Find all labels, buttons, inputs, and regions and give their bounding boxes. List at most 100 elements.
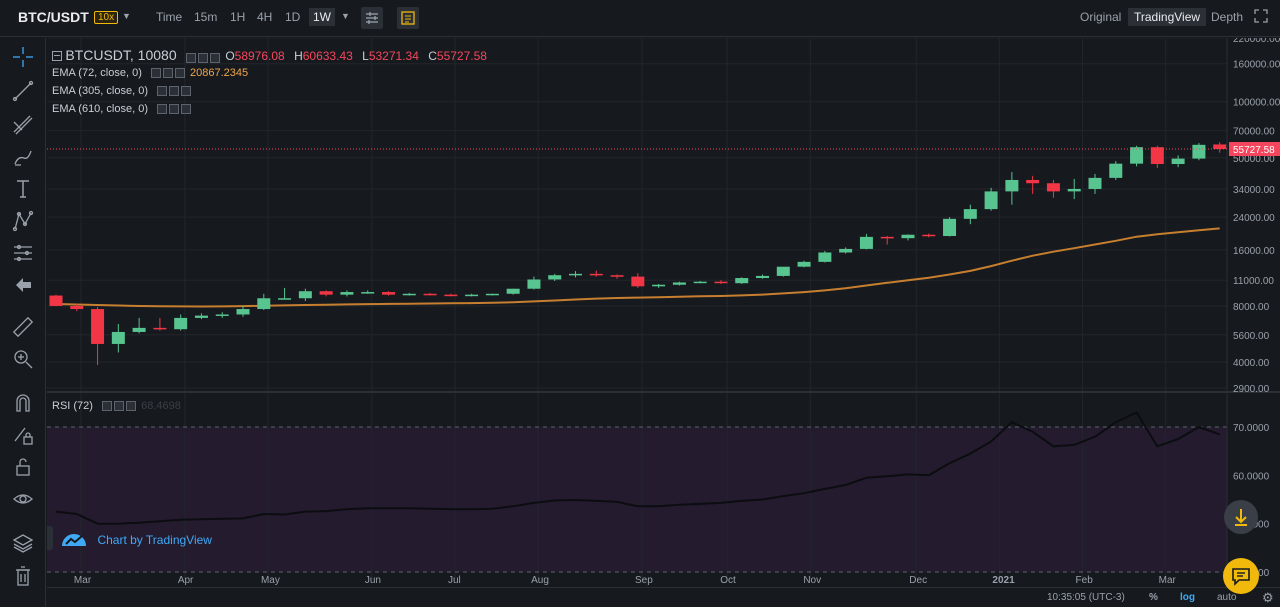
price-tick-label: 4000.00 [1233, 358, 1270, 369]
log-toggle[interactable]: log [1180, 592, 1195, 603]
candle-body [444, 294, 458, 297]
candle-body [589, 273, 603, 276]
interval-time[interactable]: Time [156, 10, 182, 24]
percent-toggle[interactable]: % [1149, 592, 1158, 603]
brush-icon[interactable] [12, 146, 34, 168]
magnet-icon[interactable] [12, 392, 34, 414]
layers-icon[interactable] [12, 532, 34, 554]
candle-body [465, 294, 479, 297]
candle-body [1150, 147, 1164, 165]
tradingview-logo-icon [62, 534, 86, 546]
price-tick-label: 8000.00 [1233, 302, 1270, 313]
price-tick-label: 220000.00 [1233, 38, 1280, 45]
month-tick-label: Jun [365, 575, 381, 586]
candle-body [153, 327, 167, 330]
trendline-icon[interactable] [12, 80, 34, 102]
tradingview-watermark[interactable]: Chart by TradingView [61, 531, 212, 549]
pattern-icon[interactable] [12, 210, 34, 232]
last-price-label: 55727.58 [1233, 145, 1275, 156]
chat-support-button[interactable] [1223, 558, 1259, 594]
candle-body [340, 292, 354, 295]
candle-body [672, 282, 686, 285]
candle-body [548, 275, 562, 280]
leverage-badge[interactable]: 10x [94, 11, 119, 24]
price-tick-label: 70000.00 [1233, 127, 1275, 138]
lock-icon[interactable] [12, 456, 34, 478]
legend-actions-icon[interactable] [185, 50, 222, 64]
month-tick-label: Aug [531, 575, 549, 586]
candle-body [1130, 147, 1144, 164]
candle-body [319, 291, 333, 295]
prediction-icon[interactable] [12, 242, 34, 264]
legend-low-label: L [362, 49, 369, 63]
chart-area[interactable]: 220000.00 160000.00 100000.00 70000.00 50000… [47, 34, 1280, 592]
interval-1h[interactable]: 1H [230, 10, 245, 24]
legend-low: 53271.34 [368, 49, 419, 63]
symbol-title[interactable]: BTC/USDT [18, 9, 89, 25]
legend-high: 60633.43 [302, 49, 353, 63]
interval-1d[interactable]: 1D [285, 10, 300, 24]
trash-icon[interactable] [12, 565, 34, 587]
ema-72-actions-icon[interactable] [150, 67, 187, 79]
candle-body [818, 252, 832, 262]
top-toolbar: BTC/USDT 10x ▼ Time 15m 1H 4H 1D 1W ▼ Or… [0, 0, 1280, 37]
candle-body [278, 298, 292, 300]
legend-symbol: BTCUSDT, 10080 [65, 47, 177, 63]
indicators-icon[interactable] [397, 7, 419, 29]
candle-body [174, 317, 188, 330]
candle-body [963, 209, 977, 219]
main-legend: BTCUSDT, 10080 O58976.08 H60633.43 L5327… [52, 47, 487, 64]
candle-body [381, 292, 395, 295]
fib-tool-icon[interactable] [12, 114, 34, 136]
month-tick-label: Dec [909, 575, 927, 586]
candle-body [361, 292, 375, 294]
chevron-down-icon[interactable]: ▼ [122, 11, 131, 21]
watermark-text: Chart by TradingView [97, 533, 212, 547]
price-tick-label: 34000.00 [1233, 185, 1275, 196]
eye-icon[interactable] [12, 488, 34, 510]
view-tradingview[interactable]: TradingView [1128, 8, 1207, 26]
candle-body [70, 305, 84, 310]
interval-1w[interactable]: 1W [309, 8, 335, 26]
candle-body [1005, 179, 1019, 192]
scroll-to-latest-button[interactable] [1224, 500, 1258, 534]
clock-time[interactable]: 10:35:05 (UTC-3) [1047, 592, 1125, 603]
candle-body [797, 261, 811, 267]
fullscreen-icon[interactable] [1254, 9, 1268, 26]
candle-body [485, 293, 499, 296]
text-tool-icon[interactable] [12, 178, 34, 200]
interval-15m[interactable]: 15m [194, 10, 217, 24]
ruler-icon[interactable] [12, 316, 34, 338]
settings-sliders-icon[interactable] [361, 7, 383, 29]
month-tick-label: Jul [448, 575, 461, 586]
collapse-panel-handle[interactable] [47, 526, 53, 550]
candle-body [506, 288, 520, 294]
back-arrow-icon[interactable] [12, 274, 34, 296]
gear-icon[interactable]: ⚙ [1262, 590, 1274, 606]
candle-body [257, 298, 271, 310]
lock-drawing-icon[interactable] [12, 424, 34, 446]
price-chart[interactable]: 220000.00160000.00100000.0070000.0050000… [47, 34, 1280, 587]
month-tick-label: Mar [74, 575, 92, 586]
month-tick-label: Oct [720, 575, 736, 586]
candle-body [236, 309, 250, 315]
interval-4h[interactable]: 4H [257, 10, 272, 24]
collapse-legend-icon[interactable] [52, 51, 62, 61]
view-depth[interactable]: Depth [1211, 10, 1243, 24]
legend-open-label: O [225, 49, 235, 63]
ema-72-value: 20867.2345 [190, 67, 249, 79]
view-original[interactable]: Original [1080, 10, 1121, 24]
interval-more-chevron-icon[interactable]: ▼ [341, 11, 350, 21]
ema-305-label: EMA (305, close, 0) [52, 85, 148, 97]
crosshair-icon[interactable] [12, 46, 34, 68]
rsi-tick-label: 70.0000 [1233, 423, 1270, 434]
price-tick-label: 11000.00 [1233, 276, 1274, 287]
candle-body [1213, 144, 1227, 150]
zoom-in-icon[interactable] [12, 348, 34, 370]
candle-body [91, 309, 105, 344]
candle-body [298, 291, 312, 299]
ema-610-actions-icon[interactable] [157, 103, 193, 115]
rsi-actions-icon[interactable] [102, 400, 138, 412]
candle-body [527, 279, 541, 289]
ema-305-actions-icon[interactable] [157, 85, 193, 97]
